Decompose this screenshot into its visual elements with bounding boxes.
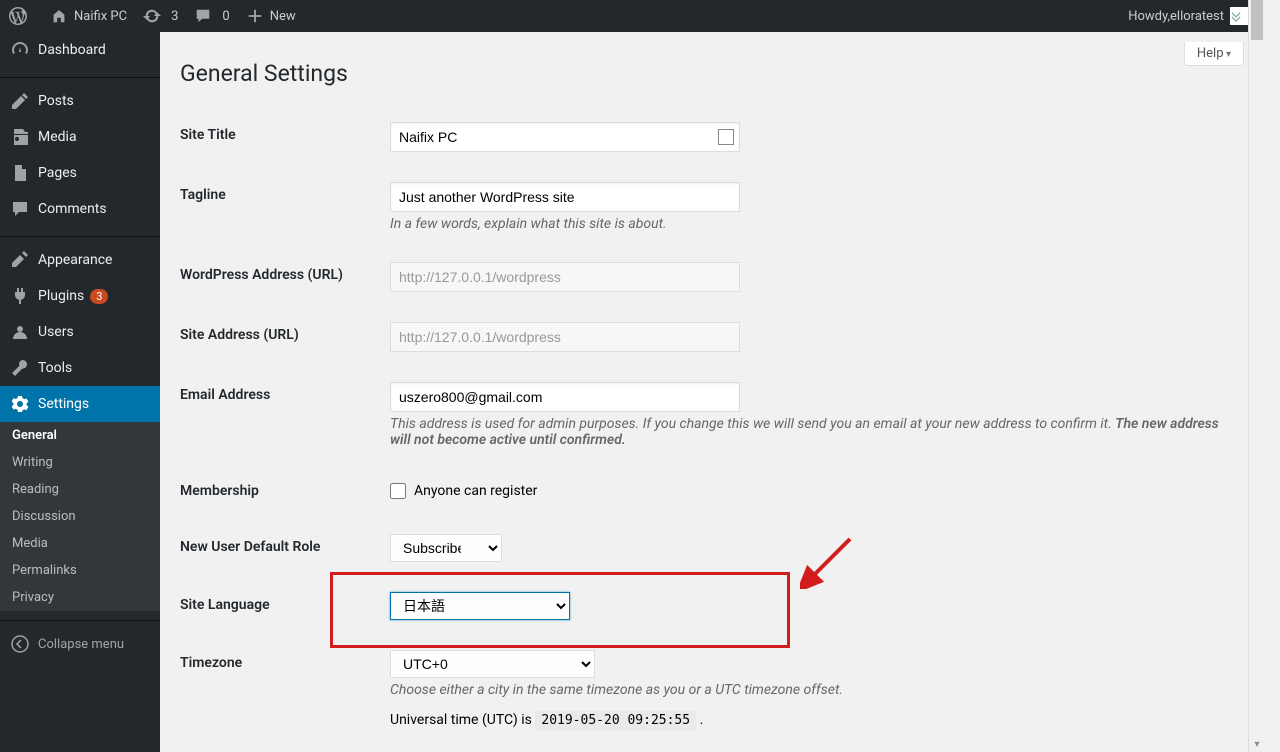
timezone-description: Choose either a city in the same timezon… [390, 682, 1234, 698]
site-language-label: Site Language [180, 577, 380, 635]
submenu-item-privacy[interactable]: Privacy [0, 584, 160, 611]
updates-link[interactable]: 3 [135, 0, 186, 32]
sidebar-item-label: Users [38, 324, 74, 340]
collapse-label: Collapse menu [38, 637, 124, 652]
email-description: This address is used for admin purposes.… [390, 416, 1234, 448]
sidebar-item-label: Dashboard [38, 42, 106, 58]
site-title-input[interactable] [390, 122, 740, 152]
submenu-item-writing[interactable]: Writing [0, 449, 160, 476]
site-address-input [390, 322, 740, 352]
tagline-description: In a few words, explain what this site i… [390, 216, 1234, 232]
membership-checkbox-label[interactable]: Anyone can register [390, 483, 1234, 499]
wp-logo[interactable] [0, 0, 42, 32]
wp-address-label: WordPress Address (URL) [180, 247, 380, 307]
updates-count: 3 [171, 9, 178, 24]
comments-count: 0 [222, 9, 229, 24]
membership-checkbox[interactable] [390, 483, 406, 499]
email-label: Email Address [180, 367, 380, 463]
site-title-text: Naifix PC [74, 9, 127, 24]
content-area: Help General Settings Site Title Tagline… [160, 32, 1264, 752]
sidebar-item-label: Posts [38, 93, 74, 109]
sidebar-item-posts[interactable]: Posts [0, 83, 160, 119]
default-role-select[interactable]: Subscriber [390, 534, 502, 562]
submenu-item-general[interactable]: General [0, 422, 160, 449]
timezone-select[interactable]: UTC+0 [390, 650, 595, 678]
sidebar-item-label: Tools [38, 360, 72, 376]
timezone-label: Timezone [180, 635, 380, 743]
sidebar-item-settings[interactable]: Settings [0, 386, 160, 422]
new-label: New [270, 9, 296, 24]
wp-address-input [390, 262, 740, 292]
email-input[interactable] [390, 382, 740, 412]
scrollbar-down-icon[interactable]: ▾ [1249, 736, 1265, 752]
scrollbar-thumb[interactable] [1251, 0, 1263, 40]
sidebar-item-pages[interactable]: Pages [0, 155, 160, 191]
utc-time-text: Universal time (UTC) is 2019-05-20 09:25… [390, 712, 1234, 728]
site-title-label: Site Title [180, 107, 380, 167]
sidebar-item-label: Comments [38, 201, 107, 217]
sidebar-item-comments[interactable]: Comments [0, 191, 160, 227]
site-link[interactable]: Naifix PC [42, 0, 135, 32]
utc-time-value: 2019-05-20 09:25:55 [535, 711, 696, 730]
sidebar-item-label: Settings [38, 396, 89, 412]
default-role-label: New User Default Role [180, 519, 380, 577]
admin-bar: Naifix PC 3 0 New Howdy, elloratest [0, 0, 1264, 32]
new-content-link[interactable]: New [238, 0, 304, 32]
page-title: General Settings [180, 60, 1244, 87]
tagline-label: Tagline [180, 167, 380, 247]
sidebar-item-tools[interactable]: Tools [0, 350, 160, 386]
plugin-updates-badge: 3 [90, 289, 108, 304]
howdy-prefix: Howdy, [1128, 9, 1170, 24]
sidebar-item-appearance[interactable]: Appearance [0, 242, 160, 278]
username-text: elloratest [1170, 9, 1224, 24]
submenu-item-permalinks[interactable]: Permalinks [0, 557, 160, 584]
avatar [1230, 7, 1248, 25]
sidebar-item-media[interactable]: Media [0, 119, 160, 155]
sidebar-item-label: Pages [38, 165, 77, 181]
membership-label: Membership [180, 463, 380, 519]
sidebar-item-label: Appearance [38, 252, 112, 268]
account-link[interactable]: Howdy, elloratest [1120, 0, 1256, 32]
settings-submenu: General Writing Reading Discussion Media… [0, 422, 160, 611]
sidebar-item-label: Plugins [38, 288, 84, 304]
submenu-item-discussion[interactable]: Discussion [0, 503, 160, 530]
settings-form: Site Title Tagline In a few words, expla… [180, 107, 1244, 743]
comments-link[interactable]: 0 [186, 0, 237, 32]
collapse-menu-button[interactable]: Collapse menu [0, 626, 160, 662]
help-tab[interactable]: Help [1184, 42, 1244, 66]
sidebar-item-plugins[interactable]: Plugins 3 [0, 278, 160, 314]
sidebar-item-label: Media [38, 129, 77, 145]
submenu-item-media[interactable]: Media [0, 530, 160, 557]
browser-scrollbar[interactable]: ▾ [1248, 0, 1264, 752]
site-address-label: Site Address (URL) [180, 307, 380, 367]
tagline-input[interactable] [390, 182, 740, 212]
site-language-select[interactable]: 日本語 [390, 592, 570, 620]
sidebar-item-users[interactable]: Users [0, 314, 160, 350]
admin-sidebar: Dashboard Posts Media Pages Comments App… [0, 32, 160, 752]
submenu-item-reading[interactable]: Reading [0, 476, 160, 503]
sidebar-item-dashboard[interactable]: Dashboard [0, 32, 160, 68]
